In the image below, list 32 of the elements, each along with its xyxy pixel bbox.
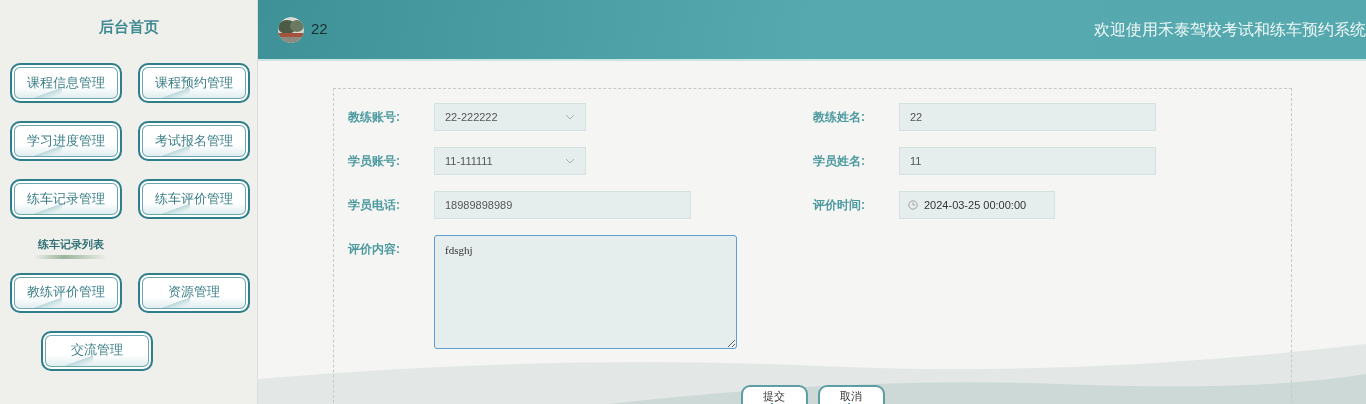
- field-label: 评价内容:: [348, 241, 401, 258]
- select-field[interactable]: 22-222222: [434, 103, 586, 131]
- select-field[interactable]: 11-111111: [434, 147, 586, 175]
- field-label: 学员账号:: [348, 153, 401, 170]
- user-name: 22: [311, 19, 328, 40]
- field-label: 评价时间:: [813, 197, 866, 214]
- input-field[interactable]: 11: [899, 147, 1156, 175]
- menu-button[interactable]: 练车记录管理: [10, 179, 122, 219]
- sidebar-title: 后台首页: [97, 17, 160, 37]
- date-field[interactable]: 2024-03-25 00:00:00: [899, 191, 1055, 219]
- field-label: 学员姓名:: [813, 153, 866, 170]
- welcome-text: 欢迎使用禾泰驾校考试和练车预约系统: [1094, 19, 1366, 40]
- menu-button[interactable]: 学习进度管理: [10, 121, 122, 161]
- menu-button[interactable]: 课程预约管理: [138, 63, 250, 103]
- field-label: 教练姓名:: [813, 109, 866, 126]
- cancel-button[interactable]: 取消: [817, 385, 885, 404]
- field-label: 学员电话:: [348, 197, 401, 214]
- menu-button[interactable]: 课程信息管理: [10, 63, 122, 103]
- chevron-icon: [565, 158, 575, 164]
- menu-button[interactable]: 教练评价管理: [10, 272, 122, 313]
- submit-button[interactable]: 提交: [740, 385, 808, 404]
- field-label: 教练账号:: [348, 109, 401, 126]
- textarea-field[interactable]: fdsghj: [434, 235, 737, 349]
- menu-button[interactable]: 练车评价管理: [138, 179, 250, 219]
- clock-icon: [908, 200, 918, 210]
- menu-button[interactable]: 考试报名管理: [138, 121, 250, 161]
- submenu-link[interactable]: 练车记录列表: [34, 235, 108, 259]
- input-field[interactable]: 18989898989: [434, 191, 691, 219]
- menu-button[interactable]: 资源管理: [138, 272, 250, 313]
- chevron-icon: [565, 114, 575, 120]
- input-field[interactable]: 22: [899, 103, 1156, 131]
- menu-button[interactable]: 交流管理: [41, 330, 153, 371]
